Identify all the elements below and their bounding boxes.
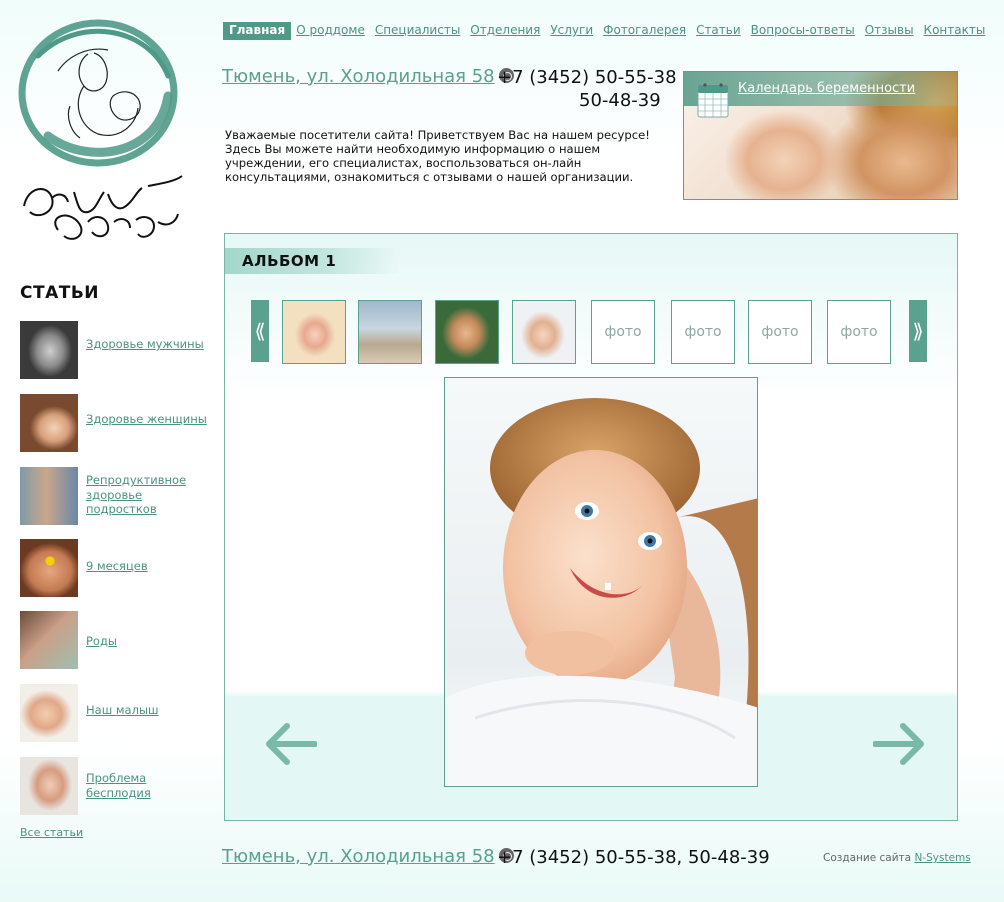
site-credit: Создание сайта N-Systems bbox=[823, 852, 971, 864]
article-link[interactable]: Наш малыш bbox=[86, 703, 210, 718]
header-phone-second: 50-48-39 bbox=[579, 90, 661, 111]
main-navigation: Главная О роддоме Специалисты Отделения … bbox=[223, 22, 990, 40]
article-thumbnail[interactable] bbox=[20, 394, 78, 452]
pregnancy-calendar-link[interactable]: Календарь беременности bbox=[738, 81, 915, 96]
maternity-hospital-logo[interactable] bbox=[18, 16, 188, 248]
credit-link[interactable]: N-Systems bbox=[914, 852, 970, 864]
credit-prefix: Создание сайта bbox=[823, 852, 912, 864]
article-thumbnail[interactable] bbox=[20, 757, 78, 815]
header-phone-main: +7 (3452) 50-55-38 bbox=[497, 67, 677, 88]
calendar-icon bbox=[697, 83, 729, 118]
album-title: АЛЬБОМ 1 bbox=[242, 252, 337, 270]
nav-item-faq[interactable]: Вопросы-ответы bbox=[746, 22, 860, 40]
thumbnail-photo[interactable] bbox=[358, 300, 422, 364]
sidebar-article-women-health[interactable]: Здоровье женщины bbox=[20, 394, 210, 452]
thumb-strip-prev-button[interactable]: ⟪ bbox=[251, 300, 269, 362]
nav-item-departments[interactable]: Отделения bbox=[465, 22, 545, 40]
photo-album: АЛЬБОМ 1 ⟪ фото фото фото фото ⟫ bbox=[224, 233, 958, 821]
nav-item-reviews[interactable]: Отзывы bbox=[860, 22, 919, 40]
arrow-right-icon[interactable] bbox=[873, 722, 927, 766]
thumbnail-placeholder[interactable]: фото bbox=[827, 300, 891, 364]
article-link[interactable]: Роды bbox=[86, 634, 210, 649]
thumbnail-photo[interactable] bbox=[512, 300, 576, 364]
baby-photo-image bbox=[445, 398, 757, 786]
sidebar-title: СТАТЬИ bbox=[20, 283, 100, 303]
nav-item-services[interactable]: Услуги bbox=[545, 22, 598, 40]
placeholder-label: фото bbox=[604, 324, 642, 340]
article-link[interactable]: Здоровье мужчины bbox=[86, 337, 210, 352]
album-main-photo[interactable] bbox=[444, 377, 758, 787]
pregnancy-calendar-banner[interactable]: Календарь беременности bbox=[683, 71, 958, 200]
header-address-link[interactable]: Тюмень, ул. Холодильная 58 bbox=[222, 66, 495, 87]
welcome-text: Уважаемые посетители сайта! Приветствуем… bbox=[225, 128, 650, 184]
article-thumbnail[interactable] bbox=[20, 684, 78, 742]
article-thumbnail[interactable] bbox=[20, 467, 78, 525]
nav-item-photo-gallery[interactable]: Фотогалерея bbox=[598, 22, 691, 40]
sidebar-article-infertility[interactable]: Проблема бесплодия bbox=[20, 757, 210, 815]
thumbnail-photo[interactable] bbox=[435, 300, 499, 364]
article-thumbnail[interactable] bbox=[20, 611, 78, 669]
nav-item-articles[interactable]: Статьи bbox=[691, 22, 746, 40]
all-articles-link[interactable]: Все статьи bbox=[20, 826, 83, 839]
nav-item-home[interactable]: Главная bbox=[223, 22, 292, 40]
nav-item-about[interactable]: О роддоме bbox=[291, 22, 370, 40]
article-thumbnail[interactable] bbox=[20, 321, 78, 379]
nav-item-contacts[interactable]: Контакты bbox=[919, 22, 991, 40]
sidebar-article-teen-reproductive-health[interactable]: Репродуктивное здоровье подростков bbox=[20, 467, 210, 525]
header-address: Тюмень, ул. Холодильная 58 bbox=[222, 66, 514, 87]
placeholder-label: фото bbox=[840, 324, 878, 340]
article-link[interactable]: Репродуктивное здоровье подростков bbox=[86, 473, 210, 517]
thumbnail-photo[interactable] bbox=[282, 300, 346, 364]
footer-address: Тюмень, ул. Холодильная 58 bbox=[222, 846, 514, 867]
thumb-strip-next-button[interactable]: ⟫ bbox=[909, 300, 927, 362]
footer-address-link[interactable]: Тюмень, ул. Холодильная 58 bbox=[222, 846, 495, 867]
thumbnail-placeholder[interactable]: фото bbox=[591, 300, 655, 364]
thumbnail-placeholder[interactable]: фото bbox=[671, 300, 735, 364]
article-link[interactable]: Проблема бесплодия bbox=[86, 771, 210, 800]
article-link[interactable]: 9 месяцев bbox=[86, 559, 210, 574]
article-thumbnail[interactable] bbox=[20, 539, 78, 597]
sidebar-article-men-health[interactable]: Здоровье мужчины bbox=[20, 321, 210, 379]
placeholder-label: фото bbox=[761, 324, 799, 340]
arrow-left-icon[interactable] bbox=[263, 722, 317, 766]
sidebar-article-our-baby[interactable]: Наш малыш bbox=[20, 684, 210, 742]
footer-phones: +7 (3452) 50-55-38, 50-48-39 bbox=[497, 847, 770, 868]
article-link[interactable]: Здоровье женщины bbox=[86, 412, 210, 427]
sidebar-article-childbirth[interactable]: Роды bbox=[20, 611, 210, 669]
nav-item-specialists[interactable]: Специалисты bbox=[370, 22, 465, 40]
sidebar-article-9-months[interactable]: 9 месяцев bbox=[20, 539, 210, 597]
placeholder-label: фото bbox=[684, 324, 722, 340]
thumbnail-placeholder[interactable]: фото bbox=[748, 300, 812, 364]
